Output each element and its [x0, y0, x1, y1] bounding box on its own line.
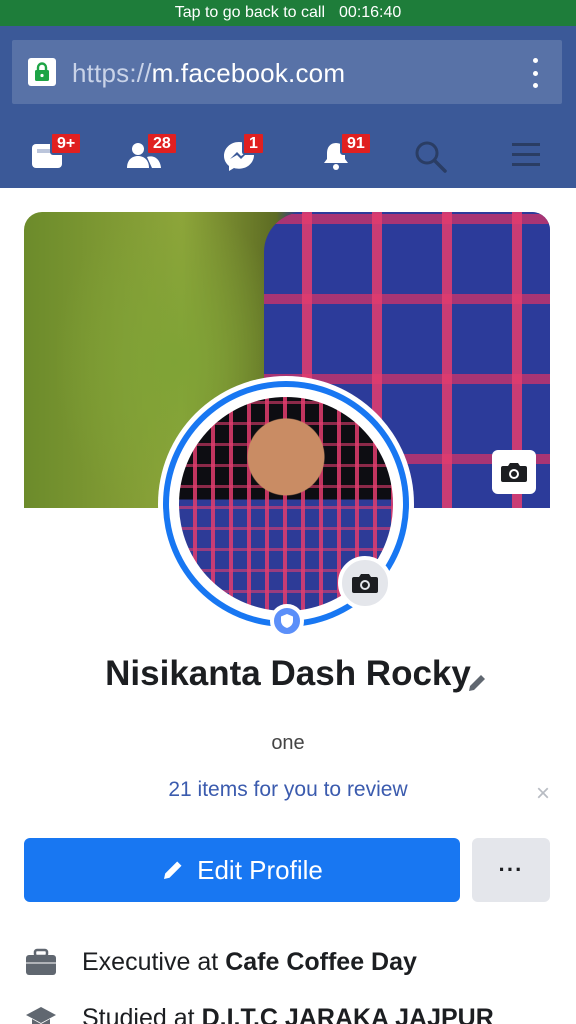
nav-notifications[interactable]: 91 — [312, 126, 372, 180]
education-prefix: Studied at — [82, 1003, 195, 1024]
lock-icon — [28, 58, 56, 86]
profile-guard-shield-icon — [270, 604, 304, 638]
camera-icon — [501, 463, 527, 482]
review-items-link[interactable]: 21 items for you to review — [0, 778, 576, 802]
url-scheme: https:// — [72, 58, 152, 88]
more-options-button[interactable]: ··· — [472, 838, 550, 902]
search-icon — [415, 141, 447, 173]
nav-menu[interactable] — [502, 126, 552, 180]
graduation-cap-icon — [24, 1001, 58, 1024]
address-bar[interactable]: https://m.facebook.com — [12, 40, 562, 104]
work-place: Cafe Coffee Day — [225, 947, 417, 976]
edit-profile-button[interactable]: Edit Profile — [24, 838, 460, 902]
work-prefix: Executive at — [82, 947, 219, 976]
call-banner-text: Tap to go back to call — [174, 4, 326, 21]
pencil-icon — [164, 861, 182, 879]
nav-messenger[interactable]: 1 — [214, 126, 265, 180]
return-to-call-banner[interactable]: Tap to go back to call 00:16:40 — [0, 0, 576, 26]
education-info-row: Studied at D.I.T.C JARAKA JAJPUR — [24, 998, 564, 1024]
friend-requests-badge: 28 — [146, 132, 178, 155]
profile-name: Nisikanta Dash Rocky — [105, 654, 471, 693]
nav-feed[interactable]: 9+ — [22, 126, 83, 180]
edit-profile-label: Edit Profile — [197, 854, 323, 885]
edit-name-pencil-icon[interactable] — [466, 672, 488, 699]
browser-toolbar: https://m.facebook.com — [0, 26, 576, 118]
messenger-badge: 1 — [242, 132, 265, 155]
camera-icon — [352, 574, 378, 593]
nav-friend-requests[interactable]: 28 — [118, 126, 178, 180]
url-text: https://m.facebook.com — [72, 58, 345, 89]
nav-search[interactable] — [406, 126, 456, 180]
hamburger-menu-icon — [512, 143, 540, 166]
facebook-top-nav: 9+ 28 1 91 — [0, 118, 576, 188]
cover-camera-button[interactable] — [492, 450, 536, 494]
notifications-badge: 91 — [340, 132, 372, 155]
work-info-row: Executive at Cafe Coffee Day — [24, 942, 564, 982]
briefcase-icon — [24, 945, 58, 979]
url-host: m.facebook.com — [151, 58, 346, 88]
profile-bio: one — [271, 732, 305, 754]
call-timer: 00:16:40 — [339, 4, 402, 21]
dismiss-review-close-icon[interactable]: × — [536, 780, 550, 808]
profile-name-row: Nisikanta Dash Rocky — [0, 654, 576, 694]
feed-badge: 9+ — [50, 132, 83, 155]
profile-picture-camera-button[interactable] — [338, 556, 392, 610]
education-place: D.I.T.C JARAKA JAJPUR — [201, 1003, 494, 1024]
browser-menu-icon[interactable] — [530, 58, 540, 88]
